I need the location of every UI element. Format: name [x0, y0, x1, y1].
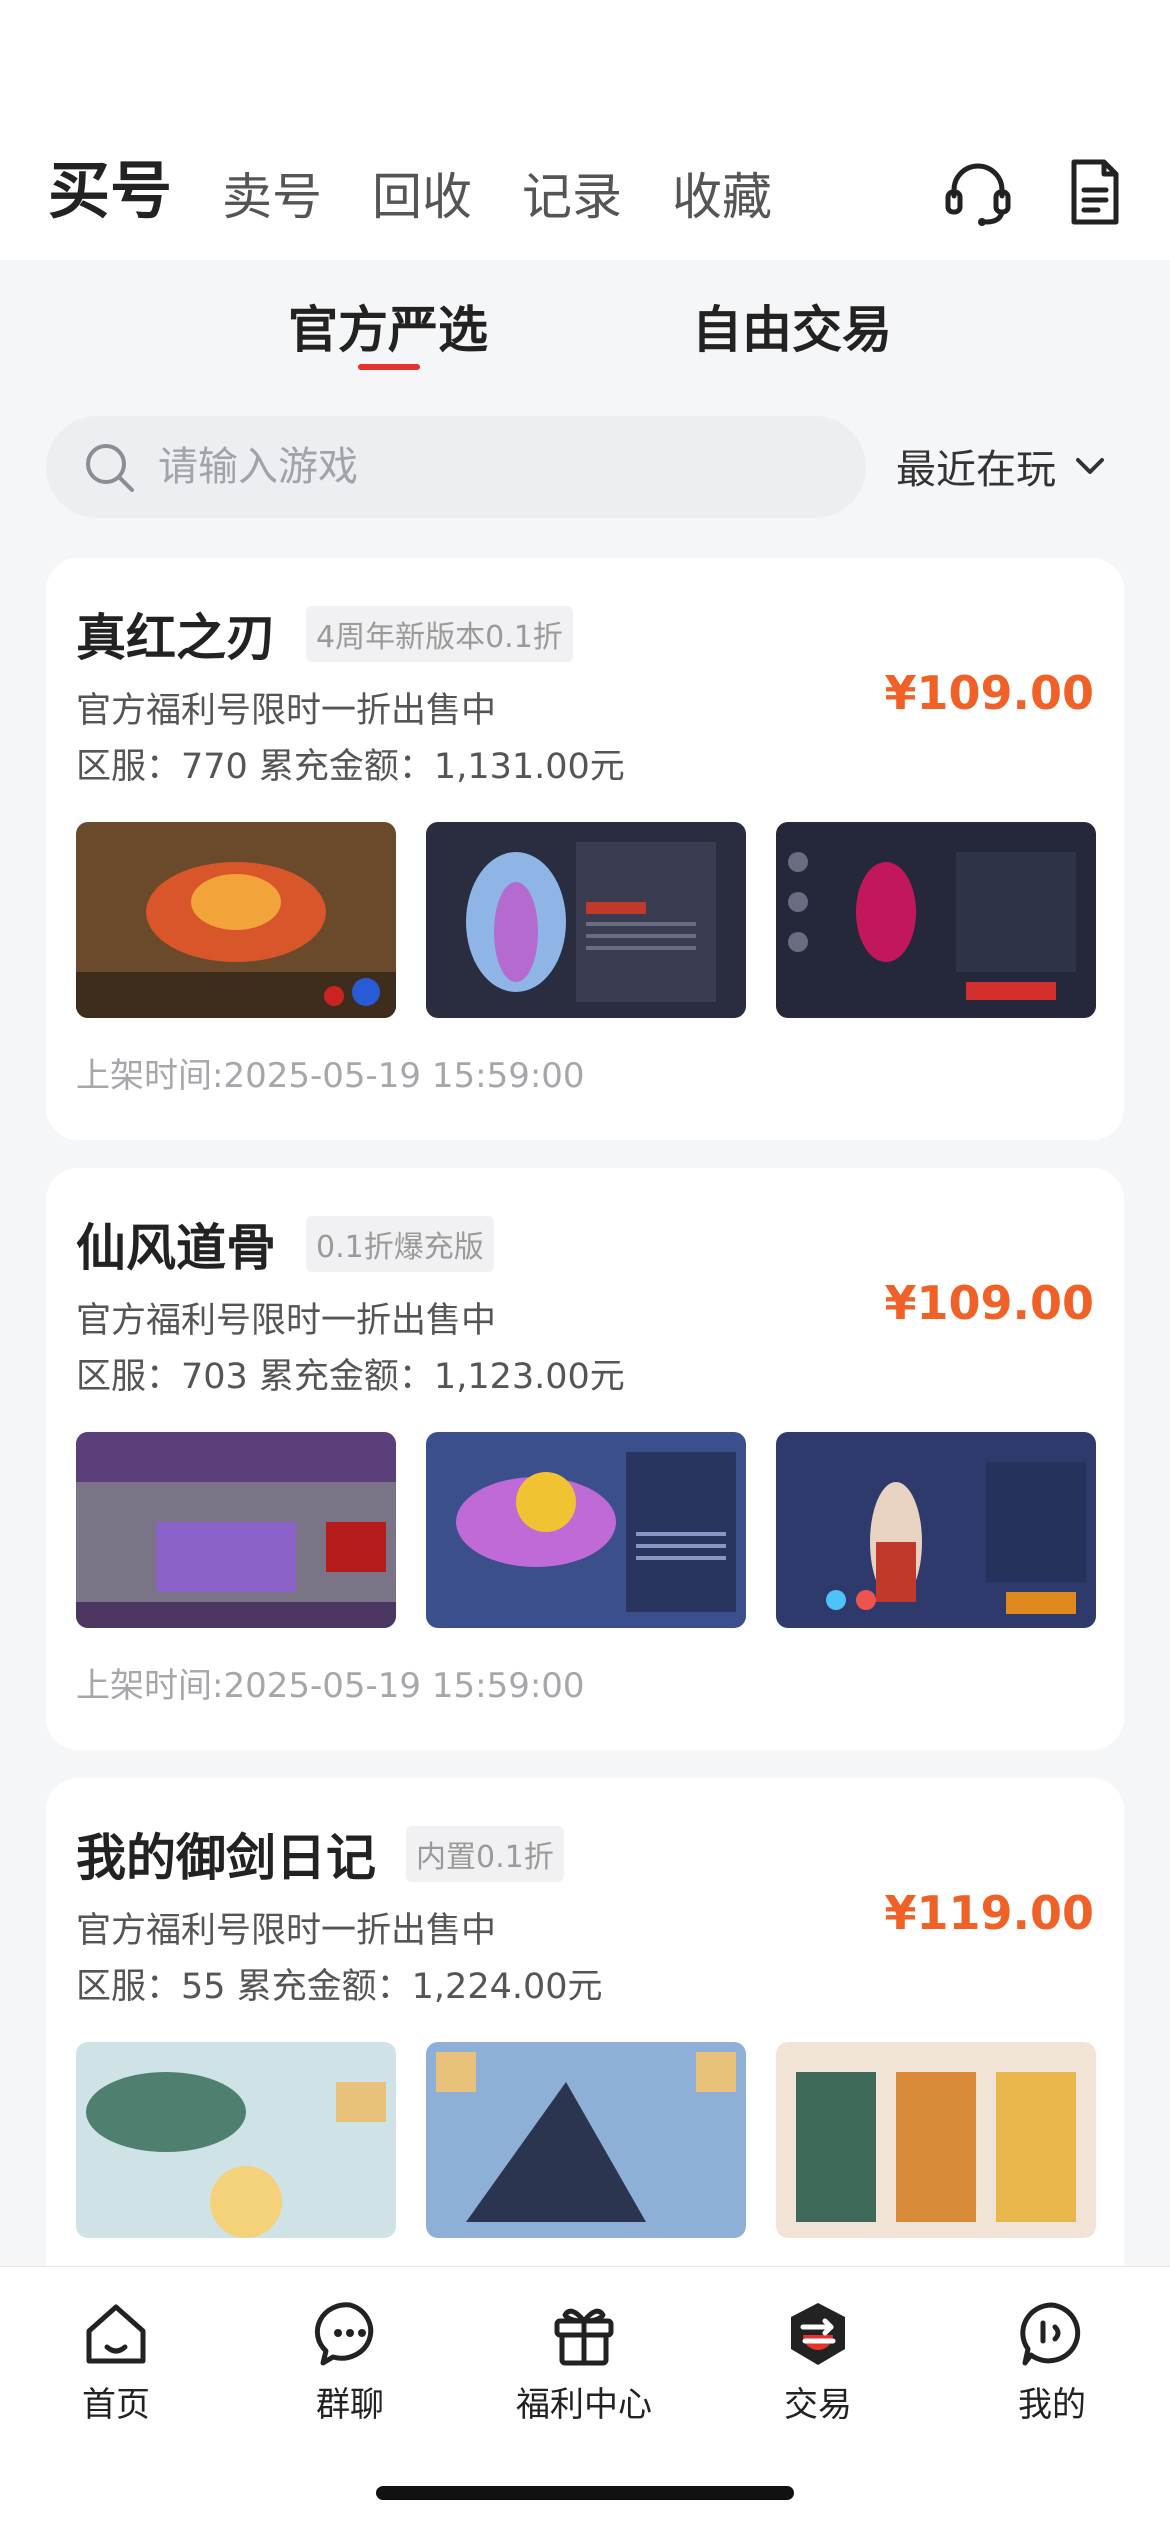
game-tag: 内置0.1折: [406, 1826, 564, 1882]
listing-description: 官方福利号限时一折出售中: [76, 1911, 497, 1951]
listing-price: ¥109.00: [884, 1276, 1094, 1330]
gift-icon: [554, 2308, 614, 2366]
screenshot-row: [76, 1432, 1096, 1628]
nav-label: 福利中心: [516, 2385, 652, 2425]
game-screenshot[interactable]: [776, 822, 1096, 1018]
game-screenshot[interactable]: [776, 1432, 1096, 1628]
listing-price: ¥109.00: [884, 666, 1094, 720]
home-indicator: [376, 2486, 794, 2500]
top-tabs: 买号 卖号 回收 记录 收藏: [48, 160, 822, 223]
nav-profile[interactable]: 我的: [952, 2297, 1152, 2426]
tab-recycle[interactable]: 回收: [372, 172, 472, 222]
tab-official-selection[interactable]: 官方严选: [288, 290, 488, 362]
chevron-down-icon: [1076, 458, 1104, 474]
tab-favorites[interactable]: 收藏: [672, 172, 772, 222]
sub-tabs: 官方严选 自由交易: [0, 290, 1170, 380]
tab-free-trade[interactable]: 自由交易: [692, 290, 892, 362]
active-tab-indicator: [358, 364, 420, 370]
listing-description: 官方福利号限时一折出售中: [76, 1301, 497, 1341]
listing-meta: 区服：55 累充金额：1,224.00元: [76, 1967, 603, 2007]
card-title-row: 我的御剑日记 内置0.1折: [76, 1818, 564, 1890]
game-screenshot[interactable]: [426, 1432, 746, 1628]
chat-icon: [314, 2302, 374, 2366]
game-screenshot[interactable]: [76, 822, 396, 1018]
listing-card[interactable]: 真红之刃 4周年新版本0.1折 官方福利号限时一折出售中 区服：770 累充金额…: [46, 558, 1124, 1140]
search-bar[interactable]: [46, 416, 866, 518]
tab-sell[interactable]: 卖号: [222, 172, 322, 222]
nav-home[interactable]: 首页: [16, 2297, 216, 2426]
card-title-row: 仙风道骨 0.1折爆充版: [76, 1208, 494, 1280]
nav-label: 交易: [784, 2385, 852, 2425]
nav-group-chat[interactable]: 群聊: [250, 2297, 450, 2426]
profile-icon: [1020, 2302, 1081, 2366]
game-title: 我的御剑日记: [76, 1829, 376, 1887]
headset-icon[interactable]: [942, 156, 1014, 228]
header: 买号 卖号 回收 记录 收藏: [0, 0, 1170, 260]
listing-time: 上架时间:2025-05-19 15:59:00: [76, 1666, 585, 1706]
trade-icon: [791, 2303, 845, 2365]
nav-label: 我的: [1018, 2385, 1086, 2425]
app-screen: 买号 卖号 回收 记录 收藏 官方严选 自由交易 请输入游戏 最近在玩 真红之刃…: [0, 0, 1170, 2532]
game-title: 真红之刃: [76, 609, 276, 667]
game-screenshot[interactable]: [76, 1432, 396, 1628]
listing-price: ¥119.00: [884, 1886, 1094, 1940]
listing-time: 上架时间:2025-05-19 15:59:00: [76, 1056, 585, 1096]
listing-meta: 区服：703 累充金额：1,123.00元: [76, 1357, 625, 1397]
card-title-row: 真红之刃 4周年新版本0.1折: [76, 598, 573, 670]
game-screenshot[interactable]: [776, 2042, 1096, 2238]
screenshot-row: [76, 2042, 1096, 2238]
nav-label: 首页: [82, 2385, 150, 2425]
header-actions: [942, 156, 1130, 228]
nav-trade[interactable]: 交易: [718, 2297, 918, 2426]
listing-description: 官方福利号限时一折出售中: [76, 691, 497, 731]
game-screenshot[interactable]: [426, 822, 746, 1018]
search-input[interactable]: [158, 444, 808, 490]
tab-records[interactable]: 记录: [522, 172, 622, 222]
nav-welfare-center[interactable]: 福利中心: [484, 2297, 684, 2426]
search-icon: [86, 444, 134, 492]
listing-card[interactable]: 仙风道骨 0.1折爆充版 官方福利号限时一折出售中 区服：703 累充金额：1,…: [46, 1168, 1124, 1750]
tab-buy[interactable]: 买号: [48, 160, 172, 222]
document-icon[interactable]: [1058, 156, 1130, 228]
game-screenshot[interactable]: [76, 2042, 396, 2238]
game-tag: 0.1折爆充版: [306, 1216, 494, 1272]
home-icon: [86, 2304, 146, 2364]
game-screenshot[interactable]: [426, 2042, 746, 2238]
game-title: 仙风道骨: [76, 1219, 276, 1277]
nav-label: 群聊: [316, 2385, 384, 2425]
recent-played-filter[interactable]: 最近在玩: [896, 436, 1108, 496]
listing-meta: 区服：770 累充金额：1,131.00元: [76, 747, 625, 787]
screenshot-row: [76, 822, 1096, 1018]
filter-label: 最近在玩: [896, 447, 1056, 493]
game-tag: 4周年新版本0.1折: [306, 606, 573, 662]
